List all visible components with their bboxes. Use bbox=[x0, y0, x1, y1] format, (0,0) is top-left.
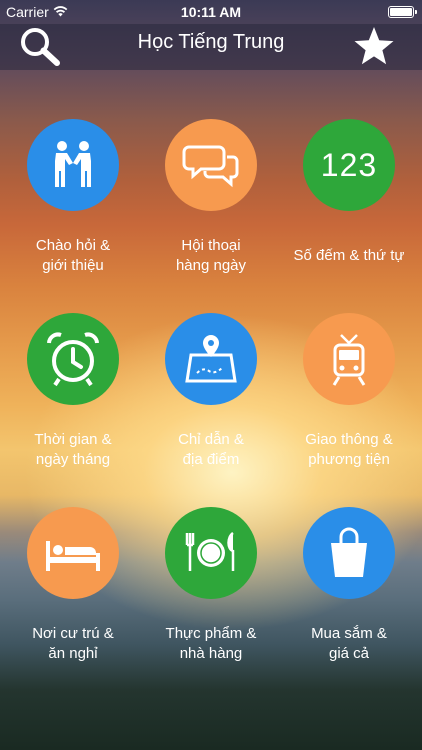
category-label: Số đếm & thứ tự bbox=[293, 247, 405, 264]
category-time[interactable]: Thời gian & ngày tháng bbox=[3, 313, 143, 483]
numbers-123-icon: 123 bbox=[320, 146, 378, 183]
category-directions[interactable]: Chỉ dẫn & địa điểm bbox=[141, 313, 281, 483]
category-accommodation[interactable]: Nơi cư trú & ăn nghỉ bbox=[3, 507, 143, 677]
tram-icon bbox=[332, 334, 366, 386]
category-icon-circle bbox=[165, 119, 257, 211]
category-label: Nơi cư trú & ăn nghỉ bbox=[32, 625, 114, 662]
category-icon-circle bbox=[27, 119, 119, 211]
category-label: Thực phẩm & nhà hàng bbox=[165, 625, 257, 662]
category-label: Hội thoại hàng ngày bbox=[175, 237, 247, 274]
nav-bar: Học Tiếng Trung bbox=[0, 24, 422, 70]
map-pin-icon bbox=[185, 335, 237, 383]
category-label: Chào hỏi & giới thiệu bbox=[35, 237, 111, 274]
category-transport[interactable]: Giao thông & phương tiện bbox=[279, 313, 419, 483]
clock: 10:11 AM bbox=[180, 4, 242, 20]
category-icon-circle bbox=[27, 507, 119, 599]
category-icon-circle bbox=[165, 507, 257, 599]
handshake-icon bbox=[55, 141, 91, 187]
category-numbers[interactable]: 123 Số đếm & thứ tự bbox=[279, 119, 419, 289]
category-icon-circle bbox=[165, 313, 257, 405]
category-greetings[interactable]: Chào hỏi & giới thiệu bbox=[3, 119, 143, 289]
category-icon-circle bbox=[303, 507, 395, 599]
category-daily-conversation[interactable]: Hội thoại hàng ngày bbox=[141, 119, 281, 289]
category-icon-circle: 123 bbox=[303, 119, 395, 211]
category-label: Chỉ dẫn & địa điểm bbox=[178, 431, 244, 468]
category-icon-circle bbox=[303, 313, 395, 405]
shopping-bag-icon bbox=[331, 527, 367, 577]
bed-icon bbox=[46, 541, 100, 571]
category-label: Giao thông & phương tiện bbox=[305, 431, 393, 468]
category-shopping[interactable]: Mua sắm & giá cả bbox=[279, 507, 419, 677]
category-label: Mua sắm & giá cả bbox=[311, 625, 387, 662]
chat-bubbles-icon bbox=[182, 145, 239, 188]
status-bar: Carrier 10:11 AM bbox=[0, 0, 422, 24]
category-label: Thời gian & ngày tháng bbox=[34, 431, 112, 468]
star-icon[interactable] bbox=[353, 26, 395, 66]
plate-cutlery-icon bbox=[185, 531, 235, 571]
category-icon-circle bbox=[27, 313, 119, 405]
alarm-clock-icon bbox=[47, 332, 99, 387]
category-food[interactable]: Thực phẩm & nhà hàng bbox=[141, 507, 281, 677]
battery-icon bbox=[388, 6, 417, 18]
